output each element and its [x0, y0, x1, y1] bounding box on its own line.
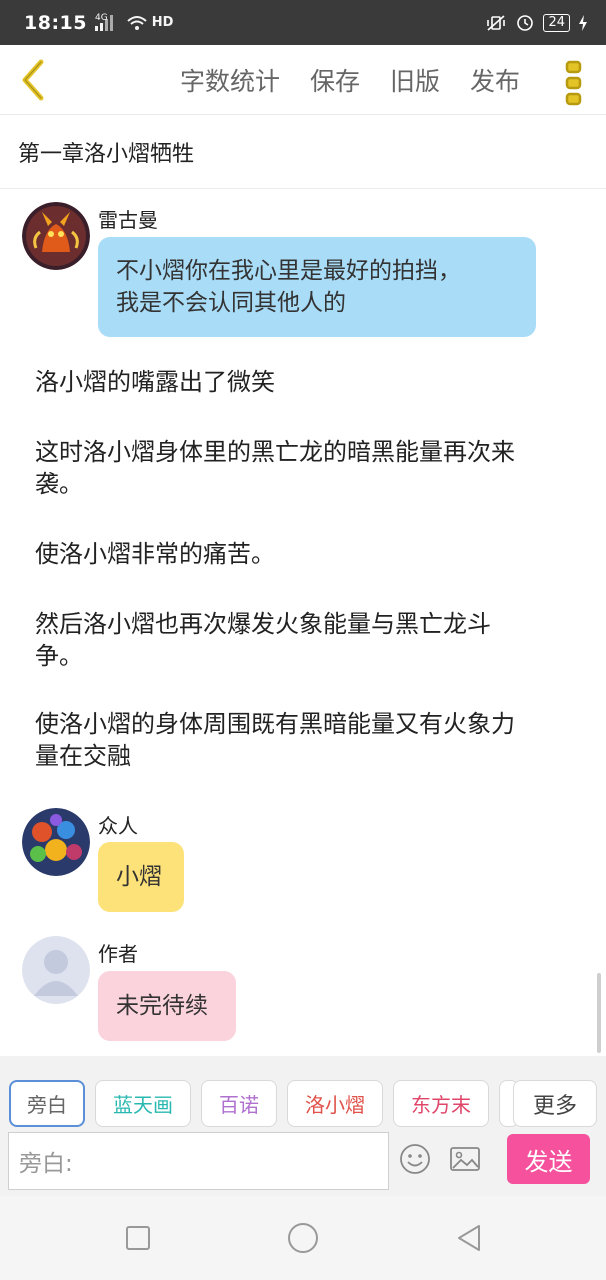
default-user-avatar-icon: [22, 936, 90, 1004]
message-input[interactable]: 旁白:: [8, 1132, 389, 1190]
image-icon: [450, 1147, 480, 1171]
speaker-name: 作者: [98, 942, 138, 966]
alarm-icon: [517, 14, 534, 31]
top-toolbar: 字数统计 保存 旧版 发布: [0, 45, 606, 115]
scrollbar[interactable]: [597, 973, 601, 1053]
role-label: 旁白: [27, 1093, 67, 1117]
avatar[interactable]: [22, 936, 90, 1004]
role-chip-lantianhua[interactable]: 蓝天画: [95, 1080, 191, 1127]
group-avatar-icon: [22, 808, 90, 876]
message-text: 未完待续: [116, 993, 208, 1019]
home-button[interactable]: [287, 1222, 319, 1254]
role-label: 蓝天画: [113, 1093, 173, 1117]
home-icon: [288, 1223, 318, 1253]
message-bubble[interactable]: 小熠: [98, 842, 184, 912]
role-chip-bainuo[interactable]: 百诺: [201, 1080, 277, 1127]
input-panel: 旁白 蓝天画 百诺 洛小熠 东方末 更多 旁白: 发送: [0, 1056, 606, 1196]
narration-line: 然后洛小熠也再次爆发火象能量与黑亡龙斗: [35, 610, 491, 638]
avatar[interactable]: [22, 808, 90, 876]
send-label: 发送: [524, 1147, 573, 1176]
network-type: 4G: [94, 12, 108, 23]
status-right: 24: [485, 13, 588, 33]
charging-icon: [579, 14, 587, 31]
system-nav-bar: [0, 1196, 606, 1280]
message-bubble[interactable]: 未完待续: [98, 971, 236, 1041]
signal-group: 4G HD: [93, 12, 174, 32]
more-roles-button[interactable]: 更多: [513, 1080, 597, 1127]
toolbar-actions: 字数统计 保存 旧版 发布: [180, 45, 550, 115]
smiley-icon: [400, 1144, 430, 1174]
narration-paragraph[interactable]: 使洛小熠非常的痛苦。: [35, 538, 575, 570]
recent-apps-button[interactable]: [122, 1222, 154, 1254]
emoji-button[interactable]: [399, 1143, 431, 1175]
vertical-dots-icon: [565, 60, 582, 106]
word-count-button[interactable]: 字数统计: [180, 62, 280, 98]
hd-badge: HD: [151, 15, 174, 30]
speaker-name: 众人: [98, 814, 138, 838]
narration-line: 袭。: [35, 470, 83, 498]
narration-line: 使洛小熠非常的痛苦。: [35, 540, 275, 568]
message-bubble[interactable]: 不小熠你在我心里是最好的拍挡， 我是不会认同其他人的: [98, 237, 536, 337]
save-button[interactable]: 保存: [310, 62, 360, 98]
narration-paragraph[interactable]: 这时洛小熠身体里的黑亡龙的暗黑能量再次来 袭。: [35, 436, 575, 500]
back-button[interactable]: [14, 57, 54, 103]
app-screen: 18:15 4G HD 24 字数统计 保存 旧版 发布 第一章洛小熠牺牲 雷古…: [0, 0, 606, 1280]
narration-paragraph[interactable]: 洛小熠的嘴露出了微笑: [35, 366, 575, 398]
wifi-icon: [127, 15, 147, 30]
battery-indicator: 24: [543, 13, 570, 32]
vibrate-icon: [487, 14, 506, 31]
nav-back-button[interactable]: [453, 1222, 485, 1254]
input-placeholder: 旁白:: [19, 1151, 73, 1177]
role-chip-dongfangmo[interactable]: 东方末: [393, 1080, 489, 1127]
narration-paragraph[interactable]: 使洛小熠的身体周围既有黑暗能量又有火象力 量在交融: [35, 708, 575, 772]
role-chip-narrator[interactable]: 旁白: [9, 1080, 85, 1127]
chevron-left-icon: [22, 59, 44, 101]
narration-line: 洛小熠的嘴露出了微笑: [35, 368, 275, 396]
role-label: 洛小熠: [305, 1093, 365, 1117]
send-button[interactable]: 发送: [507, 1134, 590, 1184]
dragon-avatar-icon: [22, 202, 90, 270]
narration-line: 量在交融: [35, 742, 131, 770]
story-content[interactable]: 雷古曼 不小熠你在我心里是最好的拍挡， 我是不会认同其他人的 洛小熠的嘴露出了微…: [0, 190, 606, 1055]
narration-paragraph[interactable]: 然后洛小熠也再次爆发火象能量与黑亡龙斗 争。: [35, 608, 575, 672]
speaker-name: 雷古曼: [98, 208, 158, 232]
status-time: 18:15: [24, 11, 87, 34]
narration-line: 争。: [35, 642, 83, 670]
message-line: 不小熠你在我心里是最好的拍挡，: [116, 258, 461, 284]
insert-image-button[interactable]: [449, 1143, 481, 1175]
role-label: 东方末: [411, 1093, 471, 1117]
message-line: 我是不会认同其他人的: [116, 290, 346, 316]
old-version-button[interactable]: 旧版: [390, 62, 440, 98]
recent-apps-icon: [126, 1226, 150, 1250]
back-triangle-icon: [458, 1225, 480, 1251]
status-bar: 18:15 4G HD 24: [0, 0, 606, 45]
narration-line: 使洛小熠的身体周围既有黑暗能量又有火象力: [35, 710, 515, 738]
role-label: 百诺: [219, 1093, 259, 1117]
more-menu-button[interactable]: [563, 60, 585, 106]
role-chip-luoxiaoyi[interactable]: 洛小熠: [287, 1080, 383, 1127]
more-label: 更多: [532, 1093, 577, 1119]
chapter-title[interactable]: 第一章洛小熠牺牲: [0, 116, 606, 189]
message-text: 小熠: [116, 864, 162, 890]
avatar[interactable]: [22, 202, 90, 270]
publish-button[interactable]: 发布: [470, 62, 520, 98]
narration-line: 这时洛小熠身体里的黑亡龙的暗黑能量再次来: [35, 438, 515, 466]
